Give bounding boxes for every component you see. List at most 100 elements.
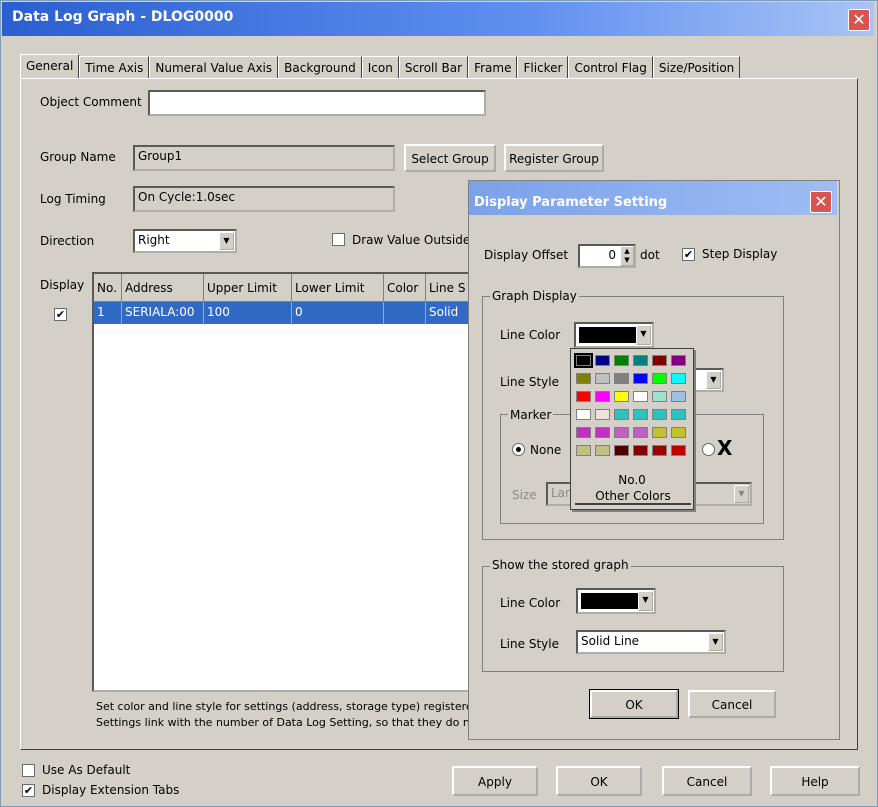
color-swatch[interactable] — [633, 373, 648, 384]
radio-dot — [516, 447, 521, 452]
display-offset-unit: dot — [640, 248, 660, 262]
color-swatch[interactable] — [652, 373, 667, 384]
marker-x-radio[interactable] — [702, 443, 715, 456]
color-swatch[interactable] — [595, 373, 610, 384]
chevron-down-icon[interactable]: ▼ — [734, 485, 749, 503]
table-row[interactable]: 1 SERIALA:00 100 0 Solid — [94, 302, 470, 324]
tab-time-axis[interactable]: Time Axis — [79, 56, 150, 78]
column-header-upper-limit[interactable]: Upper Limit — [204, 274, 292, 302]
color-swatch[interactable] — [652, 427, 667, 438]
color-swatch[interactable] — [652, 445, 667, 456]
spin-updown-icon[interactable]: ▲ ▼ — [620, 246, 634, 266]
close-window-button[interactable]: ✕ — [848, 9, 870, 31]
color-swatch[interactable] — [671, 373, 686, 384]
chevron-down-icon[interactable]: ▼ — [708, 633, 723, 651]
color-swatch[interactable] — [595, 355, 610, 366]
color-swatch[interactable] — [595, 391, 610, 402]
column-header-no[interactable]: No. — [94, 274, 122, 302]
other-colors-button[interactable]: Other Colors — [575, 489, 691, 505]
color-swatch[interactable] — [633, 409, 648, 420]
tab-control-flag[interactable]: Control Flag — [568, 56, 653, 78]
tab-flicker[interactable]: Flicker — [517, 56, 569, 78]
apply-button[interactable]: Apply — [452, 766, 538, 796]
color-swatch[interactable] — [574, 353, 593, 368]
color-swatch[interactable] — [576, 445, 591, 456]
color-swatch[interactable] — [595, 445, 610, 456]
color-swatch[interactable] — [614, 373, 629, 384]
ok-button[interactable]: OK — [556, 766, 642, 796]
cell-address: SERIALA:00 — [122, 302, 204, 324]
marker-none-radio[interactable] — [512, 443, 525, 456]
color-swatch[interactable] — [595, 427, 610, 438]
tab-scroll-bar[interactable]: Scroll Bar — [398, 56, 469, 78]
group-name-label: Group Name — [40, 150, 116, 164]
color-swatch[interactable] — [614, 391, 629, 402]
display-checkbox[interactable]: ✔ — [54, 308, 67, 321]
color-swatch[interactable] — [671, 445, 686, 456]
chevron-down-icon[interactable]: ▼ — [706, 371, 721, 389]
tab-frame[interactable]: Frame — [468, 56, 518, 78]
color-swatch[interactable] — [671, 355, 686, 366]
line-color-picker[interactable]: ▼ — [574, 322, 654, 348]
tab-size-position[interactable]: Size/Position — [652, 56, 741, 78]
window-title: Data Log Graph - DLOG0000 — [12, 9, 234, 25]
draw-value-outside-checkbox[interactable] — [332, 233, 345, 246]
color-swatch[interactable] — [671, 409, 686, 420]
direction-label: Direction — [40, 234, 95, 248]
select-group-button[interactable]: Select Group — [404, 144, 496, 172]
line-color-label: Line Color — [500, 328, 561, 342]
stored-graph-group — [482, 566, 784, 672]
color-swatch[interactable] — [576, 391, 591, 402]
display-extension-tabs-checkbox[interactable]: ✔ — [22, 784, 35, 797]
column-header-line-style[interactable]: Line S — [426, 274, 470, 302]
dialog-cancel-button[interactable]: Cancel — [688, 690, 776, 718]
group-name-field: Group1 — [133, 145, 395, 171]
display-label: Display — [40, 278, 85, 292]
color-swatch[interactable] — [633, 427, 648, 438]
column-header-lower-limit[interactable]: Lower Limit — [292, 274, 384, 302]
color-swatch[interactable] — [671, 427, 686, 438]
chevron-down-icon[interactable]: ▼ — [219, 232, 234, 250]
draw-value-outside-label: Draw Value Outside o — [352, 233, 468, 247]
color-swatch[interactable] — [576, 373, 591, 384]
color-swatch[interactable] — [671, 391, 686, 402]
cell-no: 1 — [94, 302, 122, 324]
help-button[interactable]: Help — [770, 766, 860, 796]
object-comment-input[interactable] — [148, 90, 486, 116]
dialog-close-button[interactable]: ✕ — [810, 191, 832, 213]
step-display-checkbox[interactable]: ✔ — [682, 248, 695, 261]
color-swatch[interactable] — [652, 391, 667, 402]
use-as-default-checkbox[interactable] — [22, 764, 35, 777]
stored-line-color-label: Line Color — [500, 596, 561, 610]
color-swatch[interactable] — [614, 445, 629, 456]
column-header-color[interactable]: Color — [384, 274, 426, 302]
color-swatch[interactable] — [614, 355, 629, 366]
tab-background[interactable]: Background — [278, 56, 362, 78]
chevron-down-icon[interactable]: ▼ — [638, 591, 653, 611]
color-swatch[interactable] — [614, 427, 629, 438]
help-note-line2: Settings link with the number of Data Lo… — [96, 716, 468, 729]
color-swatch[interactable] — [652, 409, 667, 420]
color-swatch[interactable] — [652, 355, 667, 366]
color-swatch[interactable] — [633, 355, 648, 366]
tab-numeral-value-axis[interactable]: Numeral Value Axis — [149, 56, 279, 78]
color-swatch[interactable] — [576, 427, 591, 438]
cancel-button[interactable]: Cancel — [662, 766, 752, 796]
stored-graph-group-title: Show the stored graph — [490, 558, 631, 572]
stored-line-color-picker[interactable]: ▼ — [576, 588, 656, 614]
column-header-address[interactable]: Address — [122, 274, 204, 302]
stored-line-style-select[interactable]: Solid Line ▼ — [576, 630, 726, 654]
color-swatch[interactable] — [614, 409, 629, 420]
tab-icon[interactable]: Icon — [361, 56, 399, 78]
log-timing-field: On Cycle:1.0sec — [133, 186, 395, 212]
color-swatch[interactable] — [633, 445, 648, 456]
dialog-ok-button[interactable]: OK — [589, 689, 679, 719]
direction-select[interactable]: Right ▼ — [133, 229, 237, 253]
chevron-down-icon[interactable]: ▼ — [636, 325, 651, 345]
cell-upper-limit: 100 — [204, 302, 292, 324]
color-swatch[interactable] — [595, 409, 610, 420]
color-swatch[interactable] — [633, 391, 648, 402]
color-swatch[interactable] — [576, 409, 591, 420]
register-group-button[interactable]: Register Group — [504, 144, 604, 172]
tab-general[interactable]: General — [20, 54, 80, 79]
